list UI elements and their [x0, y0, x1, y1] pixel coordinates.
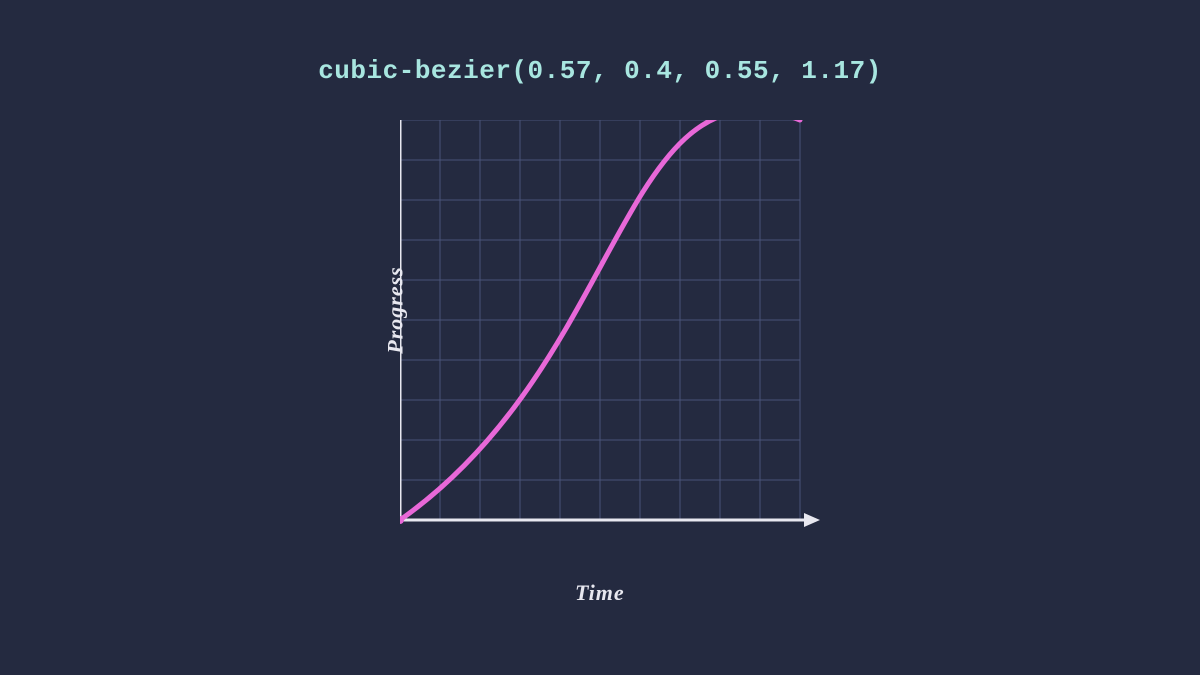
- chart-title: cubic-bezier(0.57, 0.4, 0.55, 1.17): [318, 56, 882, 86]
- x-axis: [400, 513, 820, 527]
- chart-plot-area: [400, 120, 800, 550]
- grid-lines: [400, 120, 800, 520]
- y-axis-label: Progress: [383, 266, 409, 353]
- bezier-chart-svg: [400, 120, 820, 560]
- x-axis-label: Time: [575, 580, 625, 606]
